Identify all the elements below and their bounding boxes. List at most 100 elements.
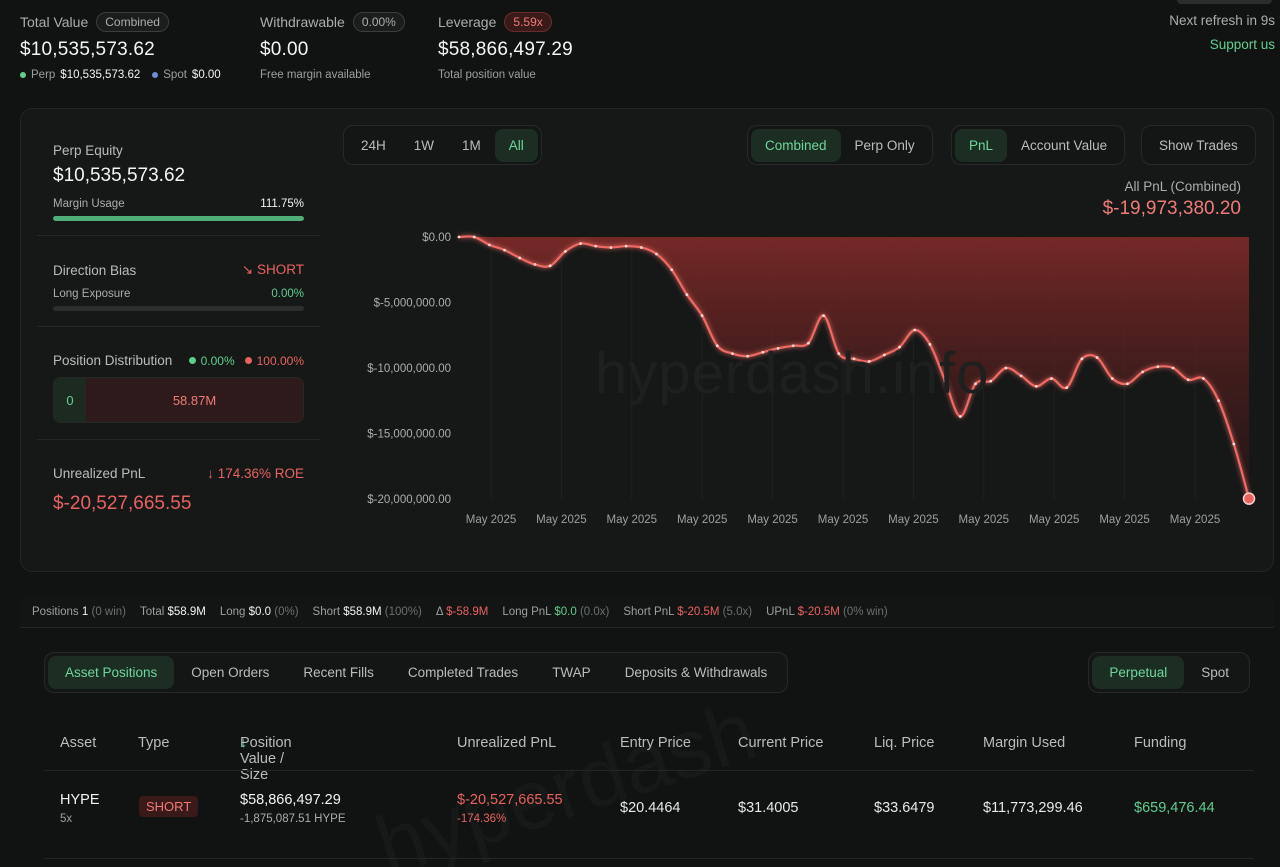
col-margin-used[interactable]: Margin Used	[983, 735, 1065, 751]
data-point	[1156, 365, 1160, 369]
metric-account-value[interactable]: Account Value	[1007, 129, 1121, 162]
sum-short-note: (100%)	[384, 605, 422, 618]
col-current-price[interactable]: Current Price	[738, 735, 823, 751]
upnl-label: Unrealized PnL	[53, 466, 146, 481]
show-trades-button[interactable]: Show Trades	[1145, 129, 1252, 162]
data-point	[867, 360, 871, 363]
withdrawable-sub: Free margin available	[260, 69, 371, 81]
metric-pnl[interactable]: PnL	[955, 128, 1008, 162]
data-point	[837, 352, 841, 355]
total-value-badge[interactable]: Combined	[96, 12, 169, 32]
top-right: Next refresh in 9s Support us	[1169, 13, 1275, 52]
y-tick-label: $-15,000,000.00	[367, 429, 451, 441]
tab-recent-fills[interactable]: Recent Fills	[286, 656, 391, 689]
data-point	[670, 268, 674, 272]
data-point	[989, 379, 993, 383]
support-link[interactable]: Support us	[1169, 37, 1275, 52]
mode-combined[interactable]: Combined	[751, 128, 841, 162]
sum-short-pnl-value: $-20.5M	[677, 605, 720, 618]
data-point	[609, 246, 613, 249]
total-value-stat: Total Value Combined $10,535,573.62 Perp…	[20, 12, 221, 81]
sum-short-label: Short	[312, 605, 341, 618]
col-entry-price[interactable]: Entry Price	[620, 735, 691, 751]
time-range-selector: 24H 1W 1M All	[343, 125, 542, 165]
x-tick-label: May 2025	[818, 514, 869, 526]
row-margin: $11,773,299.46	[983, 800, 1083, 816]
data-point	[715, 344, 719, 348]
tab-completed-trades[interactable]: Completed Trades	[391, 656, 535, 689]
col-upnl[interactable]: Unrealized PnL	[457, 735, 556, 751]
tab-open-orders[interactable]: Open Orders	[174, 656, 286, 689]
range-1m[interactable]: 1M	[448, 129, 495, 162]
range-1w[interactable]: 1W	[400, 129, 448, 162]
data-point	[807, 341, 810, 345]
range-24h[interactable]: 24H	[347, 129, 400, 162]
table-divider	[44, 770, 1254, 771]
data-point	[503, 248, 506, 252]
x-tick-label: May 2025	[607, 514, 658, 526]
short-dot-icon	[244, 357, 252, 364]
data-point	[882, 353, 886, 357]
leverage-sub: Total position value	[438, 69, 536, 81]
dist-short-value: 58.87M	[86, 378, 303, 422]
sum-long-value: $0.0	[248, 605, 272, 618]
row-size: -1,875,087.51 HYPE	[240, 813, 346, 825]
col-liq-price[interactable]: Liq. Price	[874, 735, 934, 751]
last-point-marker	[1242, 492, 1256, 505]
distribution-section: Position Distribution 0.00% 100.00% 0 58…	[37, 327, 320, 440]
long-exposure-value: 0.00%	[271, 288, 304, 300]
leverage-stat: Leverage 5.59x $58,866,497.29 Total posi…	[438, 12, 573, 81]
tab-twap[interactable]: TWAP	[535, 656, 608, 689]
chart-label: All PnL (Combined)	[1124, 179, 1241, 194]
leverage-label: Leverage	[438, 14, 497, 30]
long-dot-icon	[188, 357, 196, 364]
x-tick-label: May 2025	[747, 514, 798, 526]
sum-long-pnl-note: (0.0x)	[579, 605, 610, 618]
data-point	[761, 350, 765, 354]
sort-down-icon: ↓	[240, 735, 248, 751]
y-tick-label: $0.00	[422, 232, 451, 244]
tab-asset-positions[interactable]: Asset Positions	[48, 656, 175, 689]
col-funding[interactable]: Funding	[1134, 735, 1186, 751]
x-tick-label: May 2025	[677, 514, 728, 526]
x-tick-label: May 2025	[1170, 514, 1221, 526]
tab-perpetual[interactable]: Perpetual	[1092, 656, 1185, 689]
table-row[interactable]: HYPE 5x SHORT $58,866,497.29 -1,875,087.…	[0, 790, 1280, 830]
data-point	[548, 264, 552, 268]
withdrawable-stat: Withdrawable 0.00% $0.00 Free margin ava…	[260, 12, 405, 81]
upnl-value: $-20,527,665.55	[53, 493, 192, 514]
account-summary: Perp Equity $10,535,573.62 Margin Usage …	[37, 109, 320, 525]
tab-spot[interactable]: Spot	[1184, 656, 1246, 689]
col-type[interactable]: Type	[138, 735, 169, 751]
y-tick-label: $-20,000,000.00	[367, 494, 451, 506]
arrow-down-icon: ↓	[207, 466, 214, 481]
perp-dot-icon	[20, 72, 26, 78]
sum-long-pnl-label: Long PnL	[502, 605, 552, 618]
watermark-table: hyperdash	[364, 682, 768, 867]
range-all[interactable]: All	[494, 128, 538, 162]
spot-label: Spot	[163, 69, 187, 81]
sum-short-pnl-note: (5.0x)	[722, 605, 753, 618]
distribution-label: Position Distribution	[53, 353, 173, 368]
mode-perp-only[interactable]: Perp Only	[841, 129, 929, 162]
perp-equity-section: Perp Equity $10,535,573.62 Margin Usage …	[37, 109, 320, 236]
mode-selector: Combined Perp Only	[747, 125, 933, 165]
pnl-chart[interactable]: May 2025 May 2025 May 2025 May 2025 May 2025…	[341, 219, 1261, 539]
metric-selector: PnL Account Value	[951, 125, 1126, 165]
sum-upnl-note: (0% win)	[843, 605, 888, 618]
tab-deposits-withdrawals[interactable]: Deposits & Withdrawals	[608, 656, 785, 689]
data-point	[974, 382, 977, 386]
direction-value: SHORT	[256, 262, 304, 277]
data-point	[563, 250, 567, 253]
margin-usage-fill	[53, 216, 304, 221]
col-asset[interactable]: Asset	[60, 735, 96, 751]
perp-equity-label: Perp Equity	[53, 143, 123, 158]
row-asset[interactable]: HYPE	[60, 792, 100, 808]
leverage-value: $58,866,497.29	[438, 39, 573, 60]
x-tick-label: May 2025	[959, 514, 1010, 526]
y-tick-label: $-5,000,000.00	[374, 298, 451, 310]
total-value-label: Total Value	[20, 14, 89, 30]
data-point	[1004, 366, 1008, 370]
data-point	[624, 244, 628, 248]
data-point	[943, 379, 947, 383]
